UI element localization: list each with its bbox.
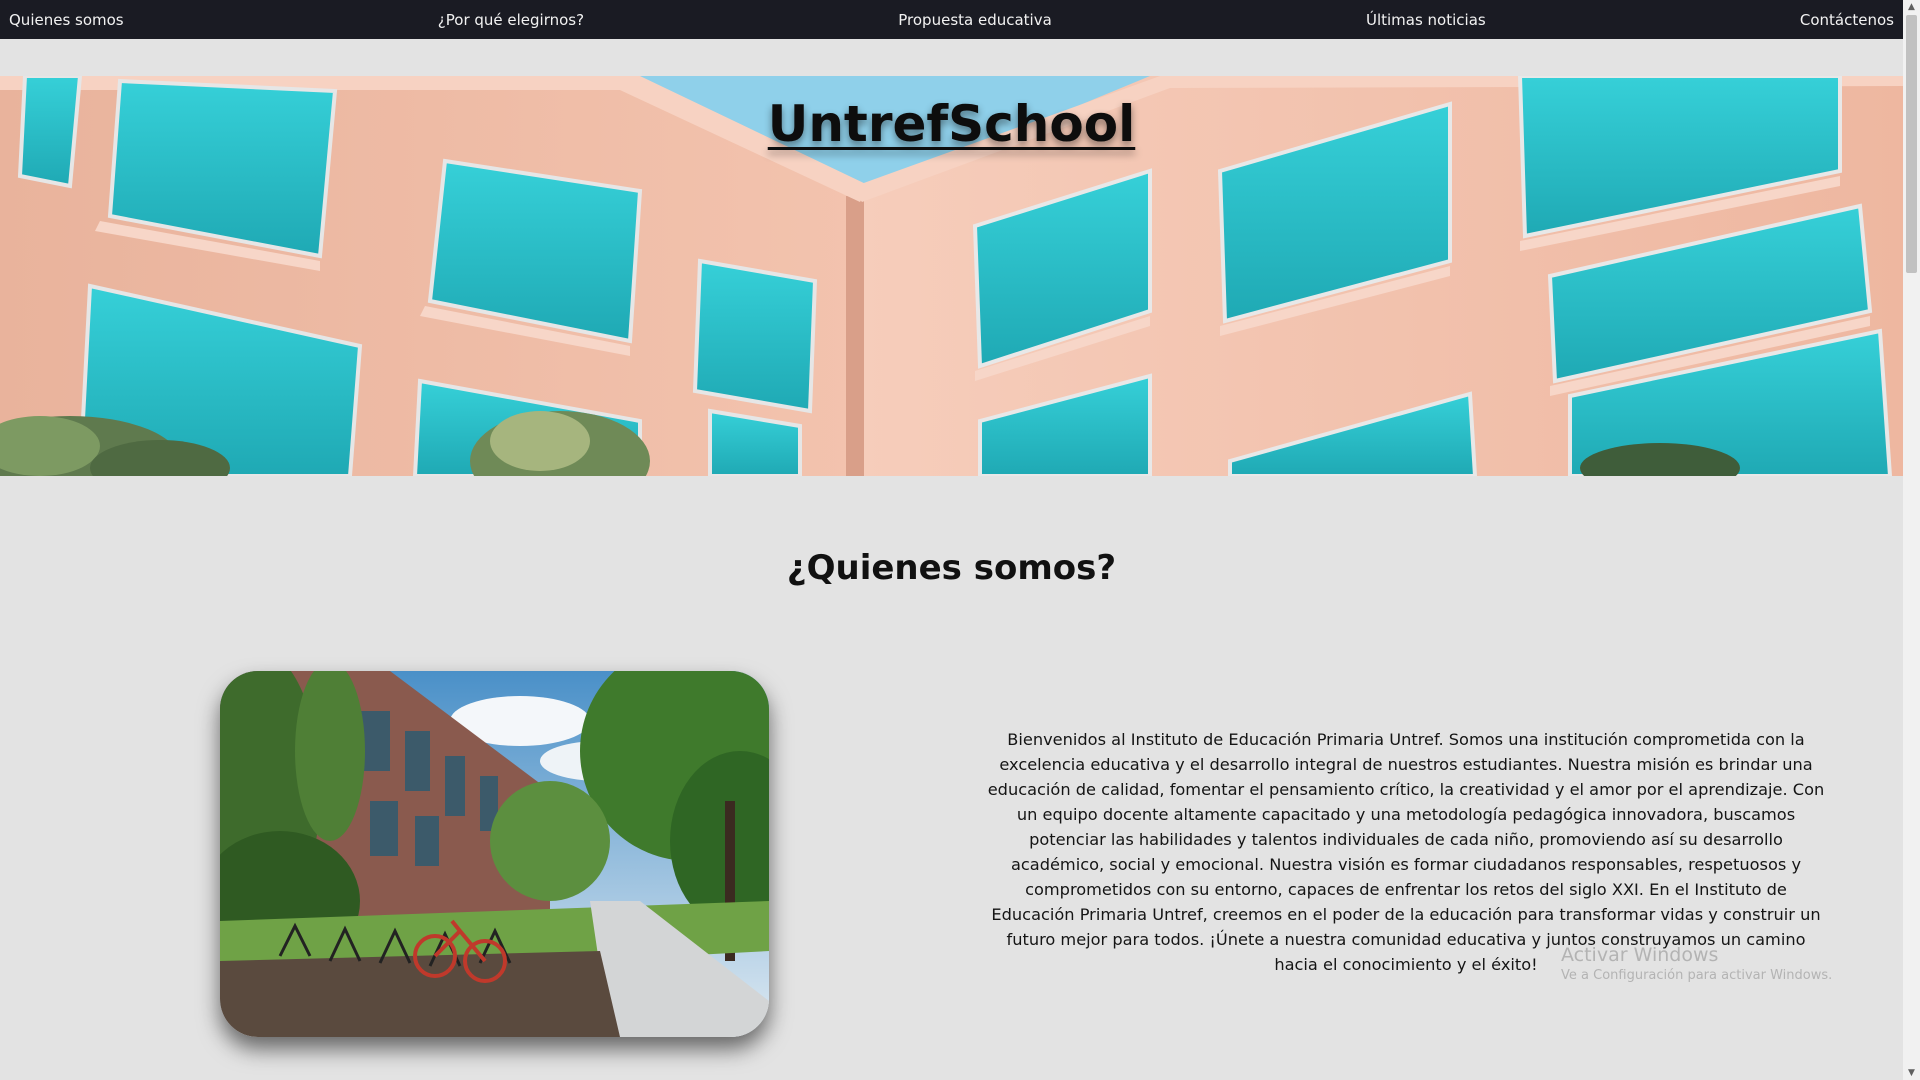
campus-image (220, 671, 769, 1037)
vertical-scrollbar[interactable]: ▲ ▼ (1903, 0, 1920, 1080)
scrollbar-thumb[interactable] (1906, 15, 1917, 273)
windows-activation-watermark: Activar Windows Ve a Configuración para … (1561, 944, 1832, 983)
site-title: UntrefSchool (767, 95, 1136, 153)
nav-link-quienes-somos[interactable]: Quienes somos (9, 11, 124, 29)
nav-link-propuesta-educativa[interactable]: Propuesta educativa (898, 11, 1052, 29)
nav-link-contactenos[interactable]: Contáctenos (1800, 11, 1894, 29)
top-navbar: Quienes somos ¿Por qué elegirnos? Propue… (0, 0, 1903, 39)
hero-banner: UntrefSchool (0, 76, 1903, 476)
about-heading: ¿Quienes somos? (786, 548, 1117, 588)
nav-link-por-que-elegirnos[interactable]: ¿Por qué elegirnos? (438, 11, 584, 29)
about-paragraph: Bienvenidos al Instituto de Educación Pr… (987, 730, 1825, 974)
scroll-down-arrow-icon[interactable]: ▼ (1903, 1066, 1920, 1080)
campus-photo (220, 671, 769, 1037)
watermark-title: Activar Windows (1561, 944, 1719, 966)
nav-link-ultimas-noticias[interactable]: Últimas noticias (1366, 11, 1486, 29)
watermark-subtitle: Ve a Configuración para activar Windows. (1561, 968, 1833, 983)
scroll-up-arrow-icon[interactable]: ▲ (1903, 0, 1920, 14)
page: Quienes somos ¿Por qué elegirnos? Propue… (0, 0, 1903, 1080)
